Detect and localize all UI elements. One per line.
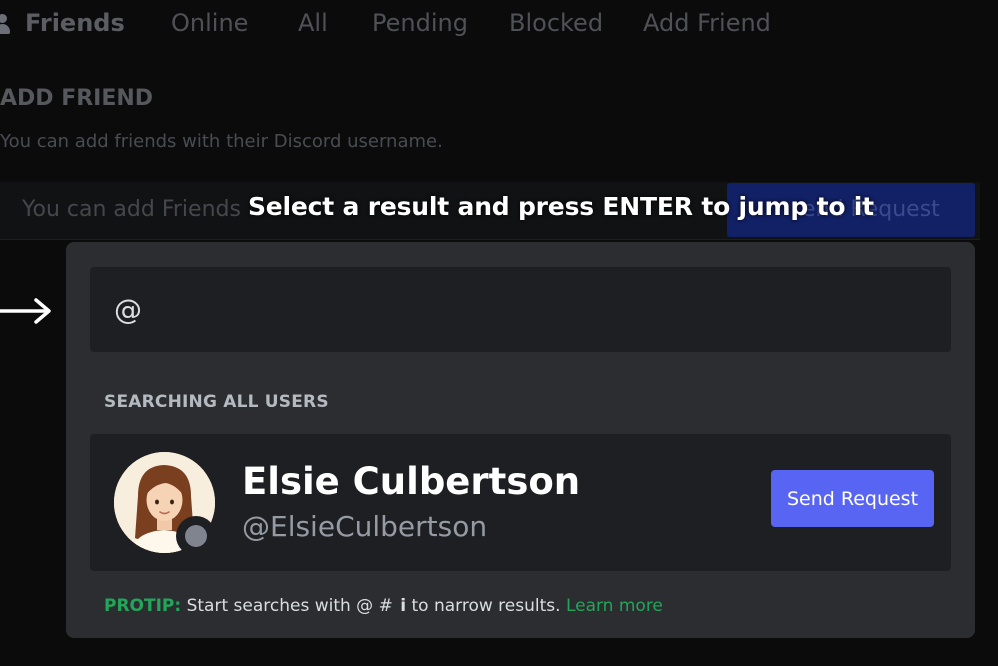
arrow-right-icon bbox=[0, 298, 51, 324]
add-friend-input-placeholder: You can add Friends bbox=[22, 197, 241, 222]
protip-text-after: to narrow results. bbox=[411, 596, 561, 616]
tooltip-text: Select a result and press ENTER to jump … bbox=[248, 192, 874, 221]
page: Friends Online All Pending Blocked Add F… bbox=[0, 0, 998, 666]
send-request-button[interactable]: Send Request bbox=[771, 470, 934, 527]
section-label: SEARCHING ALL USERS bbox=[104, 392, 329, 412]
search-modal: @ SEARCHING ALL USERS Elsie Culbertson @… bbox=[66, 242, 975, 638]
tab-blocked[interactable]: Blocked bbox=[509, 9, 603, 37]
tab-all[interactable]: All bbox=[298, 9, 328, 37]
nav-title: Friends bbox=[25, 9, 125, 37]
learn-more-link[interactable]: Learn more bbox=[566, 596, 663, 616]
user-display-name: Elsie Culbertson bbox=[242, 460, 581, 503]
tab-pending[interactable]: Pending bbox=[372, 9, 468, 37]
status-offline-icon bbox=[176, 516, 216, 556]
info-icon: i bbox=[400, 596, 407, 616]
friends-icon bbox=[0, 13, 12, 35]
user-result-row[interactable]: Elsie Culbertson @ElsieCulbertson Send R… bbox=[90, 434, 951, 571]
user-handle: @ElsieCulbertson bbox=[242, 510, 488, 543]
friends-nav: Friends Online All Pending Blocked Add F… bbox=[0, 0, 998, 52]
search-input-value: @ bbox=[114, 293, 142, 326]
protip-text: Start searches with @ # bbox=[186, 596, 393, 616]
tab-online[interactable]: Online bbox=[171, 9, 248, 37]
tab-add-friend[interactable]: Add Friend bbox=[643, 9, 771, 37]
protip: PROTIP: Start searches with @ # i to nar… bbox=[104, 596, 663, 616]
search-input[interactable]: @ bbox=[90, 267, 951, 352]
add-friend-description: You can add friends with their Discord u… bbox=[0, 131, 443, 152]
protip-label: PROTIP: bbox=[104, 596, 182, 616]
add-friend-heading: ADD FRIEND bbox=[0, 86, 154, 111]
